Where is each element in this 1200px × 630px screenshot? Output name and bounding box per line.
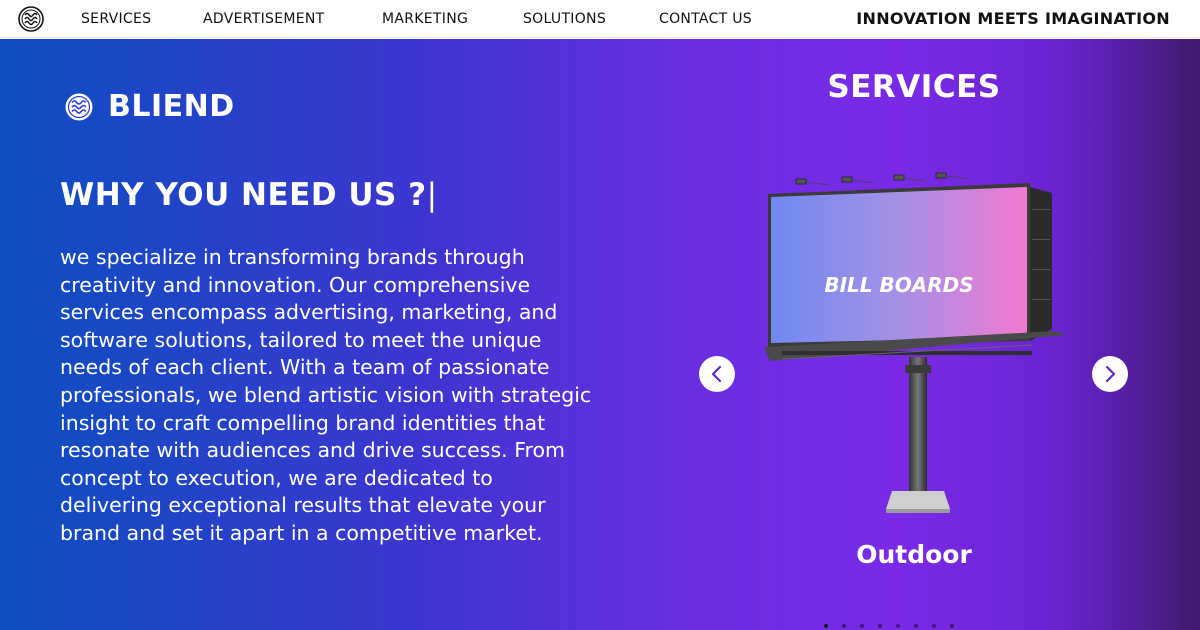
billboard-image: BILL BOARDS	[764, 172, 1066, 513]
headline-text: WHY YOU NEED US ?	[60, 177, 427, 213]
top-navbar: SERVICES ADVERTISEMENT MARKETING SOLUTIO…	[0, 0, 1200, 38]
nav-link-marketing[interactable]: MARKETING	[382, 11, 468, 27]
billboard-text: BILL BOARDS	[824, 273, 973, 297]
nav-link-contact-us[interactable]: CONTACT US	[659, 11, 752, 27]
carousel-dot[interactable]	[824, 624, 828, 628]
slide-caption: Outdoor	[856, 540, 972, 569]
carousel-dot[interactable]	[842, 624, 846, 628]
main-nav: SERVICES ADVERTISEMENT MARKETING SOLUTIO…	[0, 0, 800, 38]
carousel-next-button[interactable]	[1092, 356, 1128, 392]
typing-cursor: |	[426, 177, 438, 213]
brand-name: BLIEND	[108, 89, 235, 124]
bliend-logo-icon	[65, 93, 93, 120]
navbar-tagline: INNOVATION MEETS IMAGINATION	[856, 9, 1170, 28]
carousel-dot[interactable]	[878, 624, 882, 628]
hero-section: BLIEND WHY YOU NEED US ?| we specialize …	[0, 39, 1200, 630]
nav-link-services[interactable]: SERVICES	[81, 11, 151, 27]
carousel-dot[interactable]	[932, 624, 936, 628]
carousel-dot[interactable]	[914, 624, 918, 628]
nav-link-advertisement[interactable]: ADVERTISEMENT	[203, 11, 325, 27]
carousel-dots	[824, 624, 954, 628]
carousel-prev-button[interactable]	[699, 356, 735, 392]
billboard-lamps	[795, 172, 969, 186]
carousel-dot[interactable]	[950, 624, 954, 628]
hero-description: we specialize in transforming brands thr…	[60, 245, 592, 545]
chevron-right-icon	[1105, 365, 1116, 383]
nav-link-solutions[interactable]: SOLUTIONS	[523, 11, 606, 27]
chevron-left-icon	[711, 365, 722, 383]
services-title: SERVICES	[827, 69, 1001, 105]
brand: BLIEND	[64, 89, 235, 124]
carousel-dot[interactable]	[860, 624, 864, 628]
carousel-dot[interactable]	[896, 624, 900, 628]
hero-headline: WHY YOU NEED US ?|	[60, 177, 438, 213]
